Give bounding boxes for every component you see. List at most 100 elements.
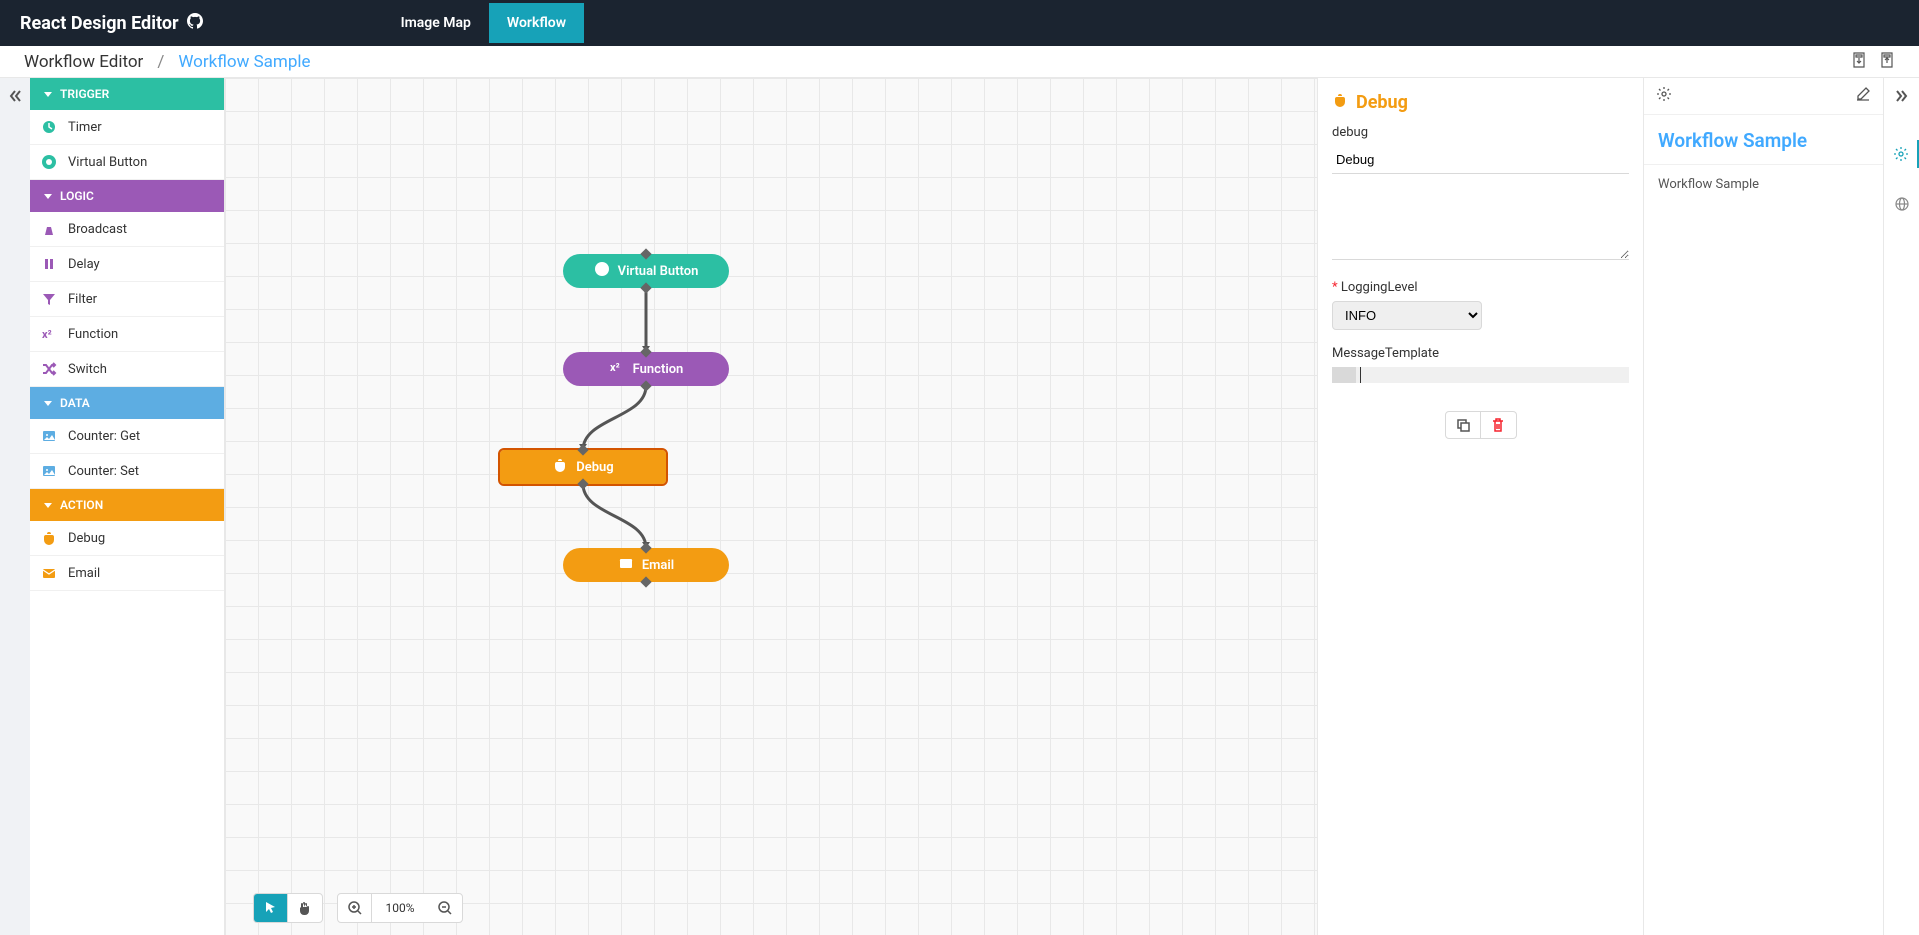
bug-icon xyxy=(552,457,568,477)
clock-icon xyxy=(40,118,58,136)
fx-icon: x² xyxy=(609,359,625,379)
port-out[interactable] xyxy=(577,478,588,489)
pause-icon xyxy=(40,255,58,273)
tab-globe[interactable] xyxy=(1884,190,1919,218)
breadcrumb-separator: / xyxy=(157,52,164,72)
chevron-down-icon xyxy=(44,503,52,508)
clone-button[interactable] xyxy=(1445,411,1481,439)
workspace: TRIGGERTimerVirtual ButtonLOGICBroadcast… xyxy=(0,78,1919,935)
delete-button[interactable] xyxy=(1481,411,1517,439)
topbar: React Design Editor Image Map Workflow xyxy=(0,0,1919,46)
edge-n3-n4[interactable] xyxy=(583,484,646,548)
topbar-nav: Image Map Workflow xyxy=(383,3,584,43)
node-virtual-button[interactable]: Virtual Button xyxy=(563,254,729,288)
port-out[interactable] xyxy=(640,282,651,293)
sidebar-group-action[interactable]: ACTION xyxy=(30,489,224,521)
props-logginglevel-select[interactable]: INFO xyxy=(1332,301,1482,330)
fx-icon: x² xyxy=(40,325,58,343)
sidebar-item-broadcast[interactable]: Broadcast xyxy=(30,212,224,247)
collapse-left-col xyxy=(0,78,30,935)
gear-icon[interactable] xyxy=(1656,86,1672,106)
props-message-template-input[interactable] xyxy=(1332,367,1629,383)
sidebar-item-switch[interactable]: Switch xyxy=(30,352,224,387)
collapse-left-icon[interactable] xyxy=(7,88,23,108)
brand[interactable]: React Design Editor xyxy=(20,13,203,34)
props-logginglevel-label: LoggingLevel xyxy=(1332,280,1629,295)
sidebar-group-logic[interactable]: LOGIC xyxy=(30,180,224,212)
node-email[interactable]: Email xyxy=(563,548,729,582)
canvas[interactable]: Virtual Button x²Function Debug Email 100% xyxy=(225,78,1317,935)
expand-right-icon[interactable] xyxy=(1894,88,1910,108)
image-icon xyxy=(40,462,58,480)
node-function[interactable]: x²Function xyxy=(563,352,729,386)
nav-workflow[interactable]: Workflow xyxy=(489,3,584,43)
right-panel-title: Workflow Sample xyxy=(1644,115,1883,165)
canvas-toolbar: 100% xyxy=(253,893,463,923)
toolgroup-zoom: 100% xyxy=(337,893,463,923)
brand-title: React Design Editor xyxy=(20,13,179,34)
broadcast-icon xyxy=(40,220,58,238)
zoom-value: 100% xyxy=(372,894,428,922)
shuffle-icon xyxy=(40,360,58,378)
port-in[interactable] xyxy=(640,248,651,259)
port-in[interactable] xyxy=(577,444,588,455)
filter-icon xyxy=(40,290,58,308)
port-out[interactable] xyxy=(640,576,651,587)
mail-icon xyxy=(618,555,634,575)
chevron-down-icon xyxy=(44,401,52,406)
dot-circle-icon xyxy=(594,261,610,281)
sidebar-item-virtual-button[interactable]: Virtual Button xyxy=(30,145,224,180)
props-name-input[interactable] xyxy=(1332,146,1629,174)
dot-circle-icon xyxy=(40,153,58,171)
sidebar-item-counter-set[interactable]: Counter: Set xyxy=(30,454,224,489)
port-out[interactable] xyxy=(640,380,651,391)
sidebar-item-delay[interactable]: Delay xyxy=(30,247,224,282)
github-icon xyxy=(187,13,203,34)
bug-icon xyxy=(1332,92,1348,113)
props-message-template-label: MessageTemplate xyxy=(1332,346,1629,361)
upload-icon[interactable] xyxy=(1879,52,1895,72)
edge-n2-n3[interactable] xyxy=(583,386,646,450)
right-panel: Workflow Sample Workflow Sample xyxy=(1643,78,1919,935)
edit-icon[interactable] xyxy=(1855,86,1871,106)
port-in[interactable] xyxy=(640,346,651,357)
sidebar-item-filter[interactable]: Filter xyxy=(30,282,224,317)
breadcrumb-current: Workflow Sample xyxy=(178,52,310,72)
breadcrumb-root[interactable]: Workflow Editor xyxy=(24,52,143,72)
sidebar-item-timer[interactable]: Timer xyxy=(30,110,224,145)
canvas-content[interactable]: Virtual Button x²Function Debug Email xyxy=(225,78,1317,935)
toolgroup-mode xyxy=(253,893,323,923)
right-panel-tabs xyxy=(1883,78,1919,935)
sidebar-group-data[interactable]: DATA xyxy=(30,387,224,419)
sidebar-item-counter-get[interactable]: Counter: Get xyxy=(30,419,224,454)
breadcrumb: Workflow Editor / Workflow Sample xyxy=(24,52,311,72)
tab-settings[interactable] xyxy=(1884,140,1919,168)
sidebar-item-email[interactable]: Email xyxy=(30,556,224,591)
svg-text:x²: x² xyxy=(610,361,620,374)
sidebar: TRIGGERTimerVirtual ButtonLOGICBroadcast… xyxy=(30,78,225,935)
breadcrumb-actions xyxy=(1851,52,1895,72)
download-icon[interactable] xyxy=(1851,52,1867,72)
select-tool[interactable] xyxy=(254,894,288,922)
sidebar-group-trigger[interactable]: TRIGGER xyxy=(30,78,224,110)
props-desc-input[interactable] xyxy=(1332,190,1629,260)
props-name-label: debug xyxy=(1332,125,1629,140)
port-in[interactable] xyxy=(640,542,651,553)
sidebar-item-function[interactable]: x²Function xyxy=(30,317,224,352)
zoom-in-button[interactable] xyxy=(338,894,372,922)
node-debug[interactable]: Debug xyxy=(500,450,666,484)
bug-icon xyxy=(40,529,58,547)
breadcrumb-bar: Workflow Editor / Workflow Sample xyxy=(0,46,1919,78)
mail-icon xyxy=(40,564,58,582)
props-action-row xyxy=(1332,411,1629,439)
props-title-text: Debug xyxy=(1356,92,1408,113)
nav-image-map[interactable]: Image Map xyxy=(383,3,489,43)
sidebar-item-debug[interactable]: Debug xyxy=(30,521,224,556)
chevron-down-icon xyxy=(44,194,52,199)
pan-tool[interactable] xyxy=(288,894,322,922)
props-title: Debug xyxy=(1332,92,1629,113)
zoom-out-button[interactable] xyxy=(428,894,462,922)
props-panel: Debug debug LoggingLevel INFO MessageTem… xyxy=(1317,78,1643,935)
chevron-down-icon xyxy=(44,92,52,97)
svg-text:x²: x² xyxy=(42,328,52,341)
